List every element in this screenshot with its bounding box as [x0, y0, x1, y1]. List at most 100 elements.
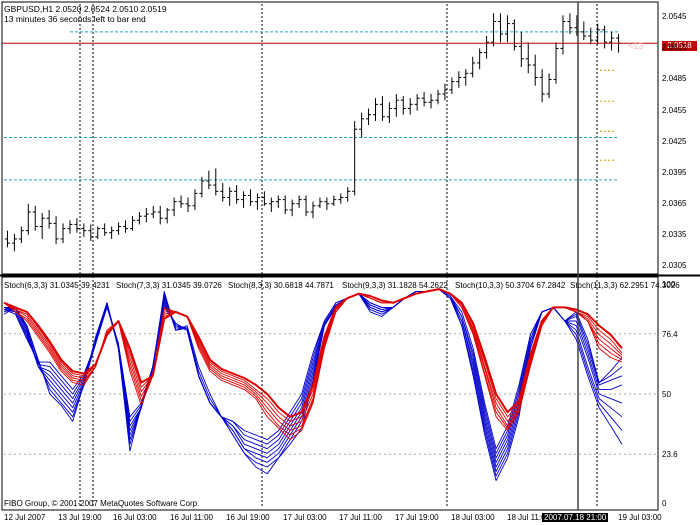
price-bar-55	[386, 102, 392, 123]
time-axis-label: 17 Jul 19:00	[395, 513, 439, 522]
pending-order-marks	[600, 69, 616, 161]
price-bar-62	[435, 89, 441, 105]
price-axis-label: 2.0305	[662, 260, 687, 270]
price-bar-35	[248, 189, 254, 206]
price-bar-14	[102, 223, 108, 236]
price-bar-74	[518, 31, 524, 68]
price-bar-83	[581, 21, 587, 41]
price-bar-50	[352, 120, 358, 196]
price-bar-60	[421, 91, 427, 107]
price-bar-78	[546, 73, 552, 99]
price-bar-24	[171, 197, 177, 217]
stoch-axis-label: 23.6	[662, 450, 678, 460]
price-bar-6	[46, 209, 52, 229]
price-bar-56	[393, 94, 399, 117]
price-levels	[4, 31, 618, 181]
price-axis-label: 2.0515	[662, 43, 687, 53]
price-bar-15	[109, 226, 115, 239]
price-bar-40	[282, 195, 288, 215]
price-bar-52	[366, 108, 372, 126]
price-bar-86	[602, 25, 608, 49]
vertical-grid	[79, 4, 598, 508]
price-bar-48	[338, 193, 344, 204]
bid-overlay-label: <13	[628, 41, 644, 51]
time-axis-label: 19 Jul 03:00	[618, 513, 662, 522]
time-axis-label: 17 Jul 11:00	[339, 513, 382, 522]
stoch-label-0: Stoch(6,3,3) 31.0345 39.4231	[4, 281, 110, 290]
symbol-header: GBPUSD,H1 2.0520 2.0524 2.0510 2.0519	[4, 4, 167, 14]
price-bar-61	[428, 94, 434, 109]
price-bar-0	[4, 230, 10, 248]
stoch-axis-label: 50	[662, 390, 671, 399]
price-bar-76	[532, 54, 538, 86]
terminal-chart-window[interactable]: GBPUSD,H1 2.0520 2.0524 2.0510 2.0519 13…	[0, 0, 700, 525]
price-bar-10	[74, 218, 80, 233]
stoch-label-4: Stoch(10,3,3) 50.3704 67.2842	[455, 281, 566, 290]
price-bar-38	[268, 197, 274, 213]
price-axis-label: 2.0485	[662, 74, 687, 84]
price-bar-31	[220, 183, 226, 202]
price-bar-16	[116, 222, 122, 235]
price-bar-53	[372, 98, 378, 121]
bar-timer: 13 minutes 36 seconds left to bar end	[4, 14, 146, 24]
price-bar-42	[296, 195, 302, 208]
price-bar-68	[477, 48, 483, 70]
stoch-label-3: Stoch(9,3,3) 31.1828 54.2622	[342, 281, 448, 290]
price-bar-79	[553, 42, 559, 84]
price-bar-67	[470, 56, 476, 78]
price-bar-2	[18, 226, 24, 244]
price-bar-39	[275, 195, 281, 208]
price-bar-58	[407, 98, 413, 115]
price-bar-46	[324, 197, 330, 210]
price-axis-label: 2.0395	[662, 167, 687, 177]
price-bar-37	[261, 191, 267, 206]
price-bar-21	[150, 205, 156, 219]
price-bar-70	[491, 13, 497, 47]
time-axis-label: 16 Jul 11:00	[170, 513, 213, 522]
price-bar-25	[178, 195, 184, 208]
price-axis-label: 2.0365	[662, 198, 687, 208]
price-bar-1	[11, 233, 17, 252]
price-bar-64	[449, 77, 455, 94]
price-bar-4	[32, 205, 38, 231]
price-bar-80	[560, 15, 566, 55]
price-bar-75	[525, 42, 531, 74]
price-bar-23	[164, 207, 170, 224]
price-bar-51	[359, 112, 365, 138]
price-bar-81	[567, 13, 573, 34]
stoch-fast-line-3	[4, 288, 623, 468]
time-axis-label: 17 Jul 03:00	[283, 513, 327, 522]
stoch-label-5: Stoch(11,3,3) 62.2951 74.3026	[570, 281, 680, 290]
copyright-text: FIBO Group, © 2001-2007 MetaQuotes Softw…	[4, 499, 200, 508]
price-bar-11	[81, 223, 87, 237]
price-bar-44	[310, 201, 316, 219]
price-bar-27	[192, 189, 198, 210]
stoch-axis-label: 76.4	[662, 329, 678, 339]
price-axis-label: 2.0545	[662, 12, 687, 22]
price-bar-69	[484, 36, 490, 59]
time-axis-label: 2007.07.18 21:00	[542, 513, 609, 522]
price-bar-47	[331, 195, 337, 206]
stoch-axis-label: 0	[662, 499, 667, 508]
time-axis-label: 16 Jul 03:00	[113, 513, 157, 522]
price-axis-label: 2.0455	[662, 105, 687, 115]
price-bar-5	[39, 213, 45, 239]
price-bar-43	[303, 195, 309, 217]
price-bar-72	[504, 15, 510, 43]
price-bar-71	[497, 13, 503, 43]
price-bar-59	[414, 94, 420, 111]
chart-canvas[interactable]	[0, 0, 700, 525]
price-bar-87	[609, 31, 615, 51]
time-axis-label: 18 Jul 03:00	[451, 513, 495, 522]
price-bar-22	[157, 205, 163, 225]
time-axis-label: 13 Jul 19:00	[58, 513, 102, 522]
price-bar-57	[400, 96, 406, 115]
price-bar-65	[456, 71, 462, 88]
price-bar-33	[234, 185, 240, 204]
candlestick-series	[4, 13, 622, 252]
price-bar-13	[95, 226, 101, 239]
price-bar-26	[185, 197, 191, 213]
price-bar-34	[241, 191, 247, 208]
stoch-label-2: Stoch(8,3,3) 30.6818 44.7871	[228, 281, 334, 290]
stoch-label-1: Stoch(7,3,3) 31.0345 39.0726	[116, 281, 222, 290]
